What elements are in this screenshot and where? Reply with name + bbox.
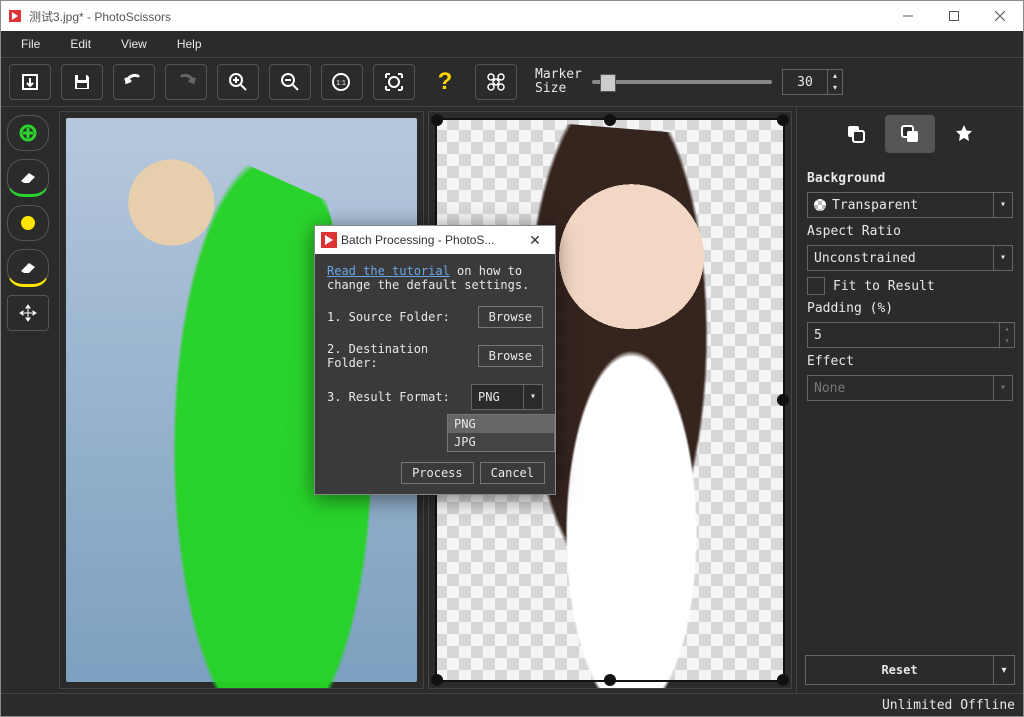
crop-handle[interactable] (431, 114, 443, 126)
svg-text:1:1: 1:1 (336, 80, 346, 87)
menu-help[interactable]: Help (163, 33, 216, 55)
zoom-fit-button[interactable] (373, 64, 415, 100)
undo-button[interactable] (113, 64, 155, 100)
effect-label: Effect (807, 354, 1013, 369)
zoom-in-button[interactable] (217, 64, 259, 100)
tab-background[interactable] (885, 115, 935, 153)
foreground-eraser-button[interactable] (7, 159, 49, 197)
destination-folder-label: 2. Destination Folder: (327, 342, 472, 370)
format-dropdown-list: PNG JPG (447, 414, 555, 452)
browse-source-button[interactable]: Browse (478, 306, 543, 328)
crop-handle[interactable] (777, 674, 789, 686)
menu-bar: File Edit View Help (1, 31, 1023, 57)
move-tool-button[interactable] (7, 295, 49, 331)
format-option-png[interactable]: PNG (448, 415, 554, 433)
tutorial-link[interactable]: Read the tutorial (327, 264, 450, 278)
spin-up-icon[interactable]: ▴ (1000, 323, 1014, 335)
menu-file[interactable]: File (7, 33, 54, 55)
background-label: Background (807, 171, 1013, 186)
result-format-label: 3. Result Format: (327, 390, 465, 404)
window-title: 测试3.jpg* - PhotoScissors (29, 8, 171, 25)
status-text: Unlimited Offline (882, 698, 1015, 713)
padding-spinner[interactable]: ▴▾ (807, 322, 1015, 348)
maximize-button[interactable] (931, 1, 977, 31)
minimize-button[interactable] (885, 1, 931, 31)
redo-button[interactable] (165, 64, 207, 100)
effect-select[interactable]: None ▾ (807, 375, 1013, 401)
marker-size-slider[interactable] (592, 80, 772, 84)
aspect-ratio-label: Aspect Ratio (807, 224, 1013, 239)
process-button[interactable]: Process (401, 462, 474, 484)
window-titlebar: 测试3.jpg* - PhotoScissors (1, 1, 1023, 31)
dialog-close-button[interactable]: ✕ (521, 232, 549, 249)
marker-size-input[interactable] (783, 74, 827, 91)
transparent-swatch-icon (814, 199, 826, 211)
top-toolbar: 1:1 ? Marker Size ▴▾ (1, 57, 1023, 107)
crop-handle[interactable] (604, 114, 616, 126)
crop-handle[interactable] (777, 394, 789, 406)
reset-dropdown[interactable]: ▾ (994, 655, 1015, 685)
background-marker-button[interactable] (7, 205, 49, 241)
spin-down-icon[interactable]: ▾ (1000, 335, 1014, 347)
spin-down-icon[interactable]: ▾ (828, 82, 842, 94)
reset-button[interactable]: Reset (805, 655, 994, 685)
marker-size-label: Marker Size (535, 68, 582, 97)
save-button[interactable] (61, 64, 103, 100)
cancel-button[interactable]: Cancel (480, 462, 545, 484)
dialog-intro-text: Read the tutorial on how to change the d… (327, 264, 543, 292)
batch-button[interactable] (475, 64, 517, 100)
crop-handle[interactable] (431, 674, 443, 686)
crop-handle[interactable] (777, 114, 789, 126)
tab-effects[interactable] (939, 115, 989, 153)
batch-dialog: Batch Processing - PhotoS... ✕ Read the … (314, 225, 556, 495)
format-option-jpg[interactable]: JPG (448, 433, 554, 451)
crop-handle[interactable] (604, 674, 616, 686)
chevron-down-icon[interactable]: ▾ (993, 193, 1012, 217)
foreground-marker-button[interactable] (7, 115, 49, 151)
spin-up-icon[interactable]: ▴ (828, 70, 842, 82)
status-bar: Unlimited Offline (1, 693, 1023, 716)
menu-view[interactable]: View (107, 33, 161, 55)
zoom-out-button[interactable] (269, 64, 311, 100)
background-select[interactable]: Transparent ▾ (807, 192, 1013, 218)
app-icon (7, 8, 23, 24)
result-format-select[interactable]: PNG ▾ (471, 384, 543, 410)
zoom-actual-button[interactable]: 1:1 (321, 64, 363, 100)
browse-destination-button[interactable]: Browse (478, 345, 543, 367)
source-folder-label: 1. Source Folder: (327, 310, 472, 324)
dialog-title: Batch Processing - PhotoS... (341, 233, 494, 247)
fit-to-result-checkbox[interactable] (807, 277, 825, 295)
padding-input[interactable] (808, 327, 999, 344)
help-icon[interactable]: ? (425, 65, 465, 99)
aspect-ratio-select[interactable]: Unconstrained ▾ (807, 245, 1013, 271)
background-eraser-button[interactable] (7, 249, 49, 287)
fit-to-result-label: Fit to Result (833, 279, 935, 294)
menu-edit[interactable]: Edit (56, 33, 105, 55)
padding-label: Padding (%) (807, 301, 1013, 316)
close-button[interactable] (977, 1, 1023, 31)
dialog-app-icon (321, 232, 337, 248)
right-panel: Background Transparent ▾ Aspect Ratio Un… (796, 107, 1023, 693)
chevron-down-icon[interactable]: ▾ (993, 376, 1012, 400)
dialog-titlebar[interactable]: Batch Processing - PhotoS... ✕ (315, 226, 555, 254)
left-toolstrip (1, 107, 55, 693)
marker-size-spinner[interactable]: ▴▾ (782, 69, 843, 95)
chevron-down-icon[interactable]: ▾ (993, 246, 1012, 270)
open-button[interactable] (9, 64, 51, 100)
chevron-down-icon[interactable]: ▾ (523, 385, 542, 409)
tab-foreground[interactable] (831, 115, 881, 153)
